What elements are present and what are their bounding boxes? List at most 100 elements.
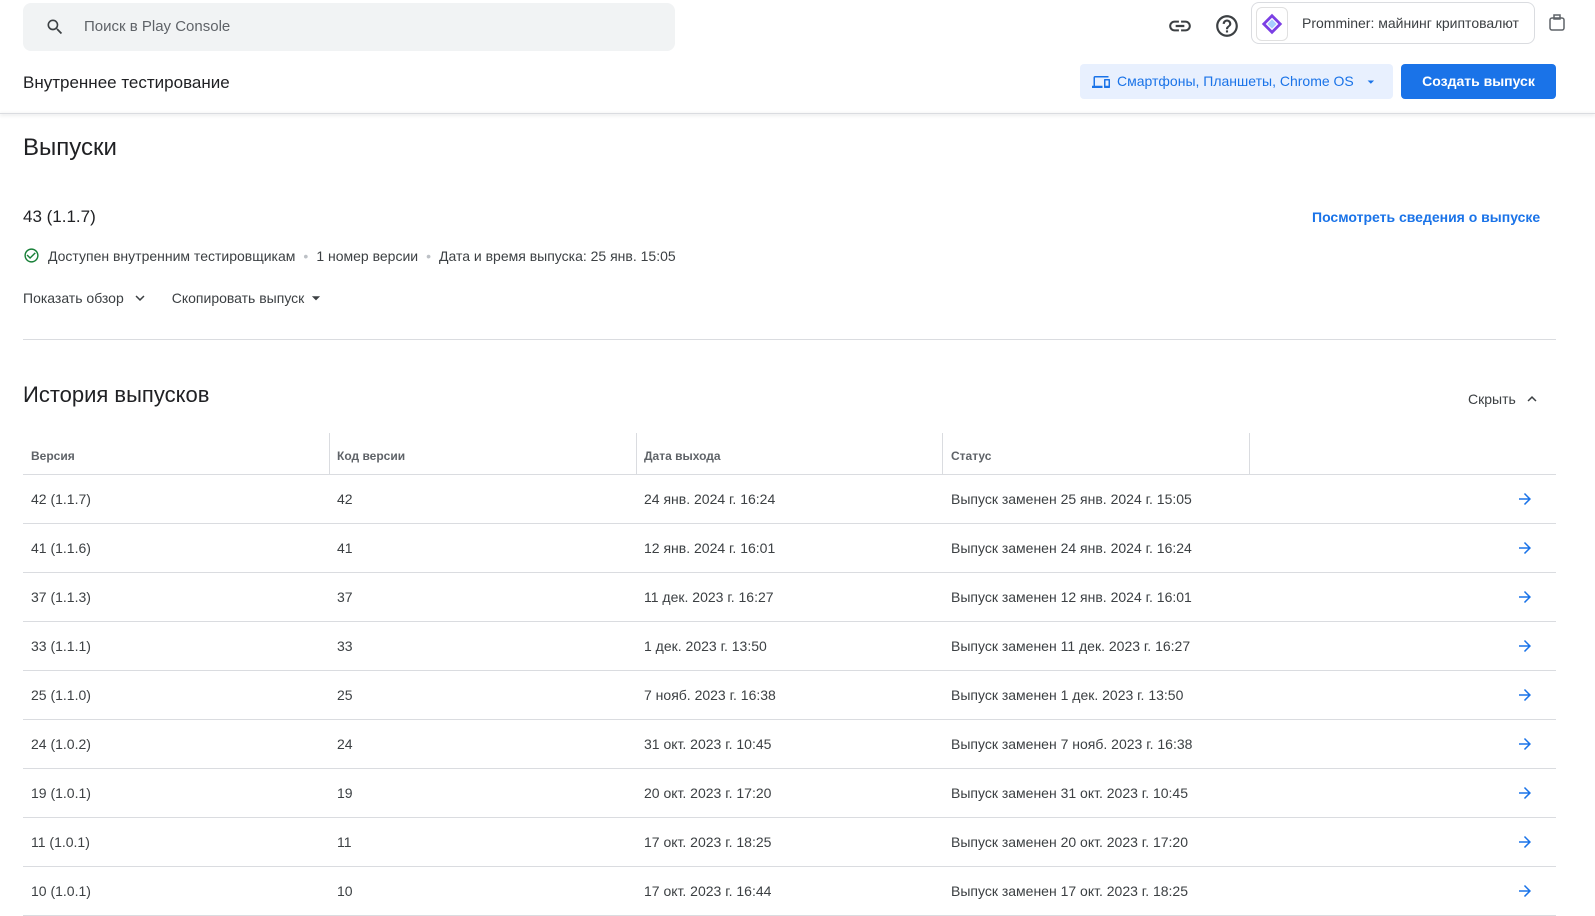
release-actions: Показать обзор Скопировать выпуск: [23, 289, 323, 307]
cell-release-date: 11 дек. 2023 г. 16:27: [644, 589, 774, 605]
column-header-version: Версия: [31, 449, 75, 463]
arrow-right-icon[interactable]: [1516, 784, 1534, 802]
table-row[interactable]: 37 (1.1.3) 37 11 дек. 2023 г. 16:27 Выпуск …: [23, 573, 1556, 622]
history-title: История выпусков: [23, 382, 210, 407]
column-header-status: Статус: [951, 449, 992, 463]
cell-release-date: 17 окт. 2023 г. 18:25: [644, 834, 772, 850]
app-name: Promminer: майнинг криптовалют: [1302, 15, 1519, 31]
page-title: Внутреннее тестирование: [23, 73, 230, 92]
arrow-right-icon[interactable]: [1516, 490, 1534, 508]
app-logo-icon: [1256, 7, 1288, 41]
table-row[interactable]: 24 (1.0.2) 24 31 окт. 2023 г. 10:45 Выпуск …: [23, 720, 1556, 769]
arrow-right-icon[interactable]: [1516, 588, 1534, 606]
chevron-up-icon: [1527, 396, 1537, 402]
column-separator: [1249, 433, 1250, 474]
cell-version-code: 25: [337, 687, 353, 703]
dropdown-arrow-icon: [1367, 80, 1375, 84]
copy-release-label: Скопировать выпуск: [171, 290, 305, 306]
table-row[interactable]: 10 (1.0.1) 10 17 окт. 2023 г. 16:44 Выпуск …: [23, 867, 1556, 916]
cell-version: 33 (1.1.1): [31, 638, 91, 654]
cell-status: Выпуск заменен 12 янв. 2024 г. 16:01: [951, 589, 1192, 605]
search-bar[interactable]: Поиск в Play Console: [23, 3, 675, 51]
separator-dot: •: [426, 247, 431, 264]
cell-release-date: 20 окт. 2023 г. 17:20: [644, 785, 772, 801]
arrow-right-icon[interactable]: [1516, 539, 1534, 557]
cell-status: Выпуск заменен 20 окт. 2023 г. 17:20: [951, 834, 1189, 850]
check-circle-icon: [24, 248, 39, 263]
column-header-date: Дата выхода: [644, 449, 721, 463]
hide-label: Скрыть: [1468, 391, 1516, 407]
arrow-right-icon[interactable]: [1516, 686, 1534, 704]
cell-version: 42 (1.1.7): [31, 491, 91, 507]
cell-version-code: 41: [337, 540, 353, 556]
column-header-code: Код версии: [337, 449, 406, 463]
cell-status: Выпуск заменен 17 окт. 2023 г. 18:25: [951, 883, 1189, 899]
cell-status: Выпуск заменен 7 нояб. 2023 г. 16:38: [951, 736, 1193, 752]
header-divider: [0, 113, 1595, 114]
release-history-table: Версия Код версии Дата выхода Статус 42 …: [23, 433, 1556, 916]
current-release-name: 43 (1.1.7): [23, 207, 96, 226]
release-datetime: Дата и время выпуска: 25 янв. 15:05: [439, 247, 676, 264]
link-icon[interactable]: [1167, 13, 1193, 39]
dropdown-arrow-icon: [312, 296, 321, 301]
table-row[interactable]: 33 (1.1.1) 33 1 дек. 2023 г. 13:50 Выпуск з…: [23, 622, 1556, 671]
section-divider: [23, 339, 1556, 340]
separator-dot: •: [303, 247, 309, 264]
cell-status: Выпуск заменен 1 дек. 2023 г. 13:50: [951, 687, 1184, 703]
device-icon: [1092, 76, 1110, 88]
help-icon[interactable]: [1214, 13, 1240, 39]
cell-release-date: 31 окт. 2023 г. 10:45: [644, 736, 772, 752]
arrow-right-icon[interactable]: [1516, 882, 1534, 900]
cell-status: Выпуск заменен 24 янв. 2024 г. 16:24: [951, 540, 1192, 556]
cell-release-date: 17 окт. 2023 г. 16:44: [644, 883, 772, 899]
cell-version-code: 24: [337, 736, 353, 752]
column-separator: [942, 433, 943, 474]
cell-version: 19 (1.0.1): [31, 785, 91, 801]
table-row[interactable]: 42 (1.1.7) 42 24 янв. 2024 г. 16:24 Выпуск …: [23, 475, 1556, 524]
arrow-right-icon[interactable]: [1516, 833, 1534, 851]
cell-status: Выпуск заменен 31 окт. 2023 г. 10:45: [951, 785, 1189, 801]
table-row[interactable]: 41 (1.1.6) 41 12 янв. 2024 г. 16:01 Выпуск …: [23, 524, 1556, 573]
copy-release-button[interactable]: Скопировать выпуск: [172, 290, 324, 306]
cell-version-code: 19: [337, 785, 353, 801]
cell-version: 41 (1.1.6): [31, 540, 91, 556]
device-filter-button[interactable]: Смартфоны, Планшеты, Chrome OS: [1080, 64, 1393, 99]
cell-status: Выпуск заменен 25 янв. 2024 г. 15:05: [951, 491, 1192, 507]
create-release-button[interactable]: Создать выпуск: [1401, 64, 1556, 99]
table-row[interactable]: 11 (1.0.1) 11 17 окт. 2023 г. 18:25 Выпуск …: [23, 818, 1556, 867]
cell-release-date: 12 янв. 2024 г. 16:01: [644, 540, 776, 556]
search-input[interactable]: Поиск в Play Console: [84, 18, 230, 35]
app-selector[interactable]: Promminer: майнинг криптовалют: [1251, 2, 1535, 44]
column-separator: [329, 433, 330, 474]
column-separator: [636, 433, 637, 474]
arrow-right-icon[interactable]: [1516, 735, 1534, 753]
cell-version-code: 11: [337, 834, 352, 850]
search-icon: [47, 19, 63, 35]
show-overview-label: Показать обзор: [23, 290, 124, 306]
cell-release-date: 7 нояб. 2023 г. 16:38: [644, 687, 776, 703]
cell-status: Выпуск заменен 11 дек. 2023 г. 16:27: [951, 638, 1191, 654]
cell-version-code: 33: [337, 638, 353, 654]
cell-version: 37 (1.1.3): [31, 589, 91, 605]
table-row[interactable]: 19 (1.0.1) 19 20 окт. 2023 г. 17:20 Выпуск …: [23, 769, 1556, 818]
hide-history-button[interactable]: Скрыть: [1468, 390, 1541, 408]
table-body: 42 (1.1.7) 42 24 янв. 2024 г. 16:24 Выпуск …: [23, 475, 1556, 916]
cell-version: 25 (1.1.0): [31, 687, 91, 703]
cell-version-code: 37: [337, 589, 353, 605]
version-count: 1 номер версии: [316, 247, 419, 264]
cell-release-date: 1 дек. 2023 г. 13:50: [644, 638, 767, 654]
releases-title: Выпуски: [23, 134, 117, 161]
show-overview-button[interactable]: Показать обзор: [23, 289, 149, 307]
table-row[interactable]: 25 (1.1.0) 25 7 нояб. 2023 г. 16:38 Выпуск …: [23, 671, 1556, 720]
release-status-row: Доступен внутренним тестировщикам • 1 но…: [23, 247, 676, 264]
cell-version-code: 10: [337, 883, 353, 899]
cell-version: 11 (1.0.1): [31, 834, 90, 850]
device-filter-label: Смартфоны, Планшеты, Chrome OS: [1117, 73, 1354, 89]
cell-version: 24 (1.0.2): [31, 736, 91, 752]
table-header: Версия Код версии Дата выхода Статус: [23, 433, 1556, 475]
view-release-details-link[interactable]: Посмотреть сведения о выпуске: [1312, 209, 1540, 225]
account-icon[interactable]: [1546, 10, 1570, 38]
cell-release-date: 24 янв. 2024 г. 16:24: [644, 491, 776, 507]
cell-version: 10 (1.0.1): [31, 883, 91, 899]
arrow-right-icon[interactable]: [1516, 637, 1534, 655]
